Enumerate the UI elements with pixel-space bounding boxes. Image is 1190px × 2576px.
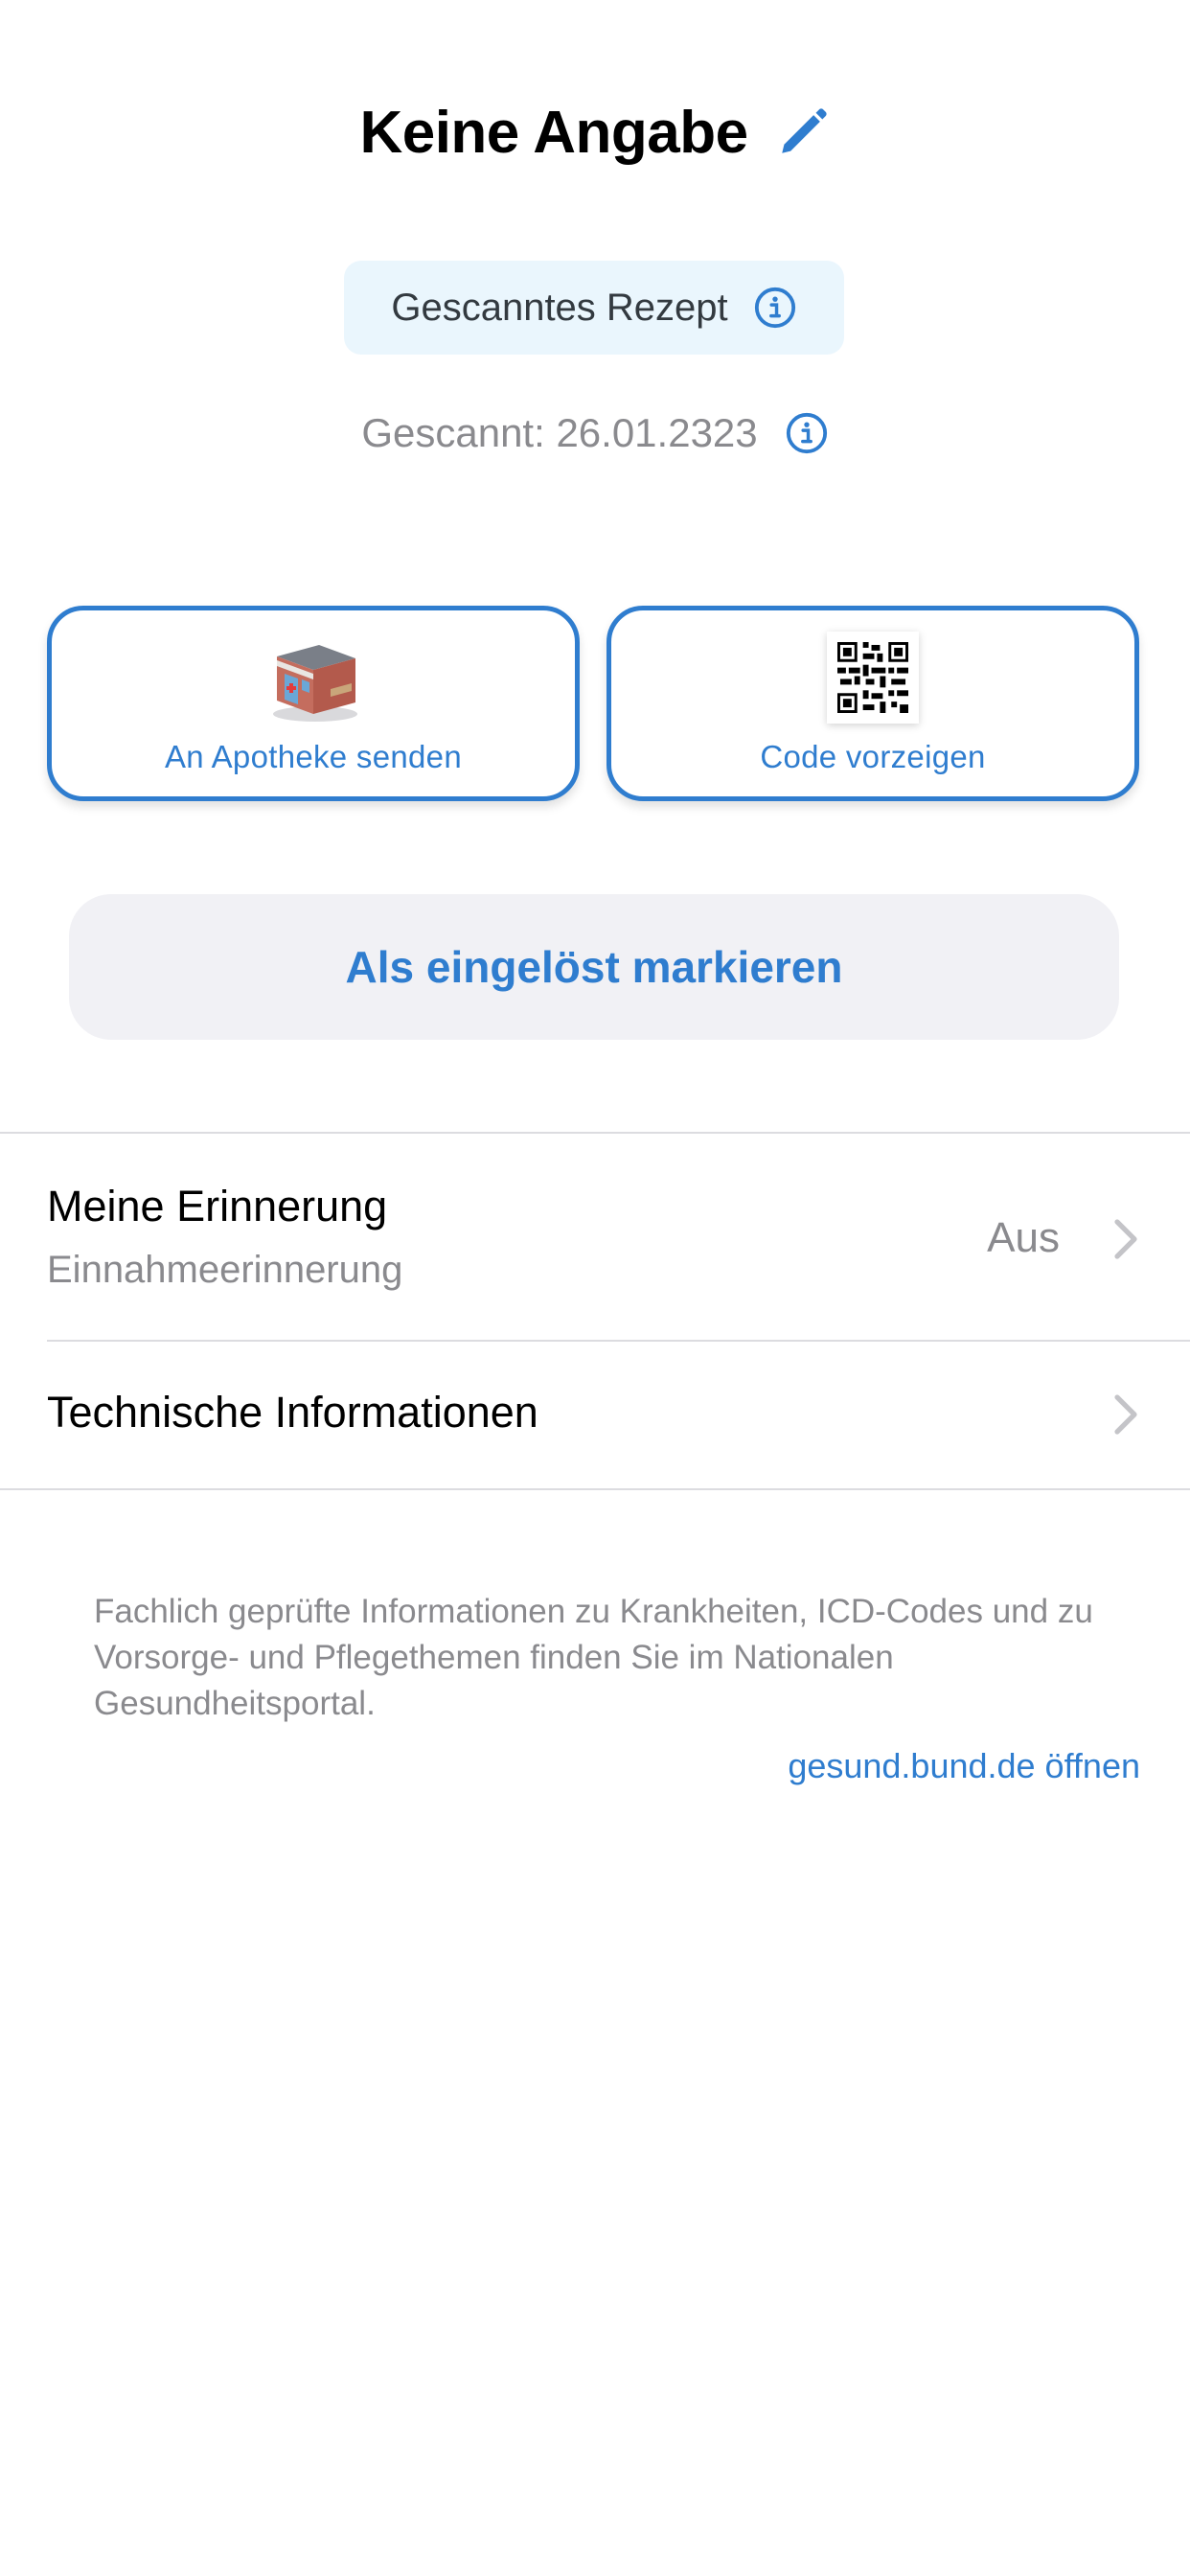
show-code-button[interactable]: Code vorzeigen (606, 606, 1139, 801)
qr-code-container (827, 632, 919, 724)
badge-label: Gescanntes Rezept (391, 286, 728, 329)
open-health-portal-link[interactable]: gesund.bund.de öffnen (788, 1746, 1140, 1786)
pencil-icon[interactable] (775, 104, 831, 160)
scanned-prescription-badge[interactable]: Gescanntes Rezept (344, 261, 844, 355)
scanned-date: Gescannt: 26.01.2323 (361, 410, 758, 455)
reminder-value: Aus (987, 1214, 1060, 1261)
health-portal-info-text: Fachlich geprüfte Informationen zu Krank… (94, 1593, 1093, 1722)
prescription-detail-screen: Keine Angabe Gescanntes Rezept Gescannt:… (0, 0, 1190, 2576)
technical-info-title: Technische Informationen (47, 1388, 538, 1437)
title-row: Keine Angabe (0, 92, 1190, 172)
send-to-pharmacy-label: An Apotheke senden (165, 739, 462, 774)
scanned-date-row: Gescannt: 26.01.2323 (0, 402, 1190, 464)
chevron-right-icon (1114, 1394, 1137, 1435)
pharmacy-building-icon (273, 645, 357, 722)
reminder-subtitle: Einnahmeerinnerung (47, 1249, 403, 1291)
info-icon[interactable] (785, 411, 829, 455)
info-icon (754, 287, 795, 329)
mark-as-redeemed-label: Als eingelöst markieren (345, 942, 843, 992)
show-code-label: Code vorzeigen (760, 739, 986, 774)
chevron-right-icon (1114, 1219, 1137, 1259)
page-title: Keine Angabe (359, 99, 748, 166)
mark-as-redeemed-button[interactable]: Als eingelöst markieren (69, 894, 1119, 1040)
send-to-pharmacy-button[interactable]: An Apotheke senden (47, 606, 580, 801)
technical-info-row[interactable]: Technische Informationen (0, 1342, 1190, 1487)
qr-code-icon (837, 642, 908, 713)
divider (0, 1488, 1190, 1490)
reminder-row[interactable]: Meine Erinnerung Einnahmeerinnerung Aus (0, 1134, 1190, 1341)
reminder-title: Meine Erinnerung (47, 1182, 388, 1230)
